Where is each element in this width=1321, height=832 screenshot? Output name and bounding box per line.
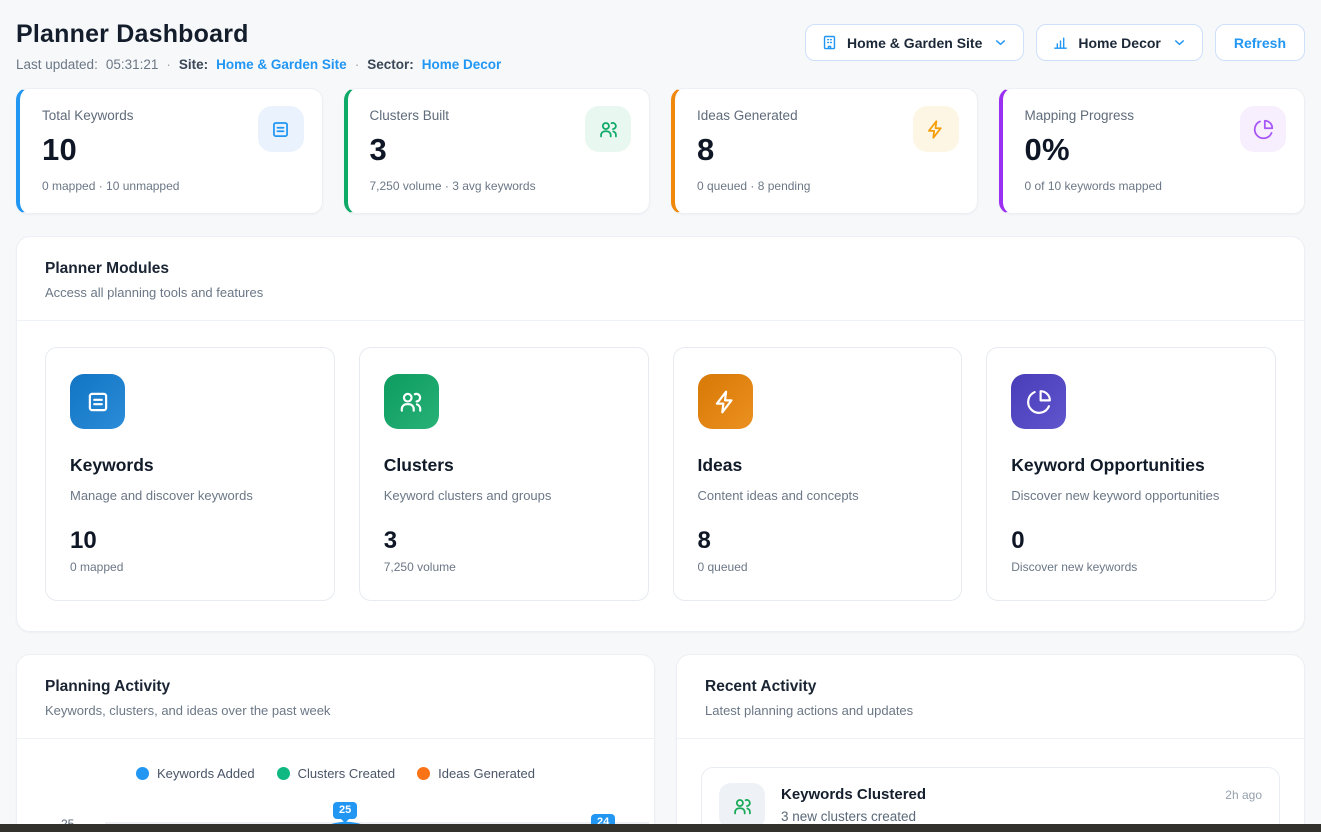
file-text-icon (258, 106, 304, 152)
meta-separator: · (355, 57, 360, 72)
page-title: Planner Dashboard (16, 20, 501, 49)
module-value: 3 (384, 527, 624, 555)
pie-chart-icon (1240, 106, 1286, 152)
refresh-button[interactable]: Refresh (1215, 24, 1305, 61)
activity-item-description: 3 new clusters created (781, 809, 1262, 824)
recent-activity-header: Recent Activity Latest planning actions … (677, 655, 1304, 738)
stats-row: Total Keywords 10 0 mapped · 10 unmapped… (16, 88, 1305, 214)
last-updated-label: Last updated: (16, 57, 98, 72)
taskbar-edge (0, 824, 1321, 832)
users-icon (719, 783, 765, 829)
module-subtext: 7,250 volume (384, 560, 624, 574)
stat-subtext: 7,250 volume · 3 avg keywords (370, 179, 630, 193)
module-title: Clusters (384, 455, 624, 476)
module-description: Discover new keyword opportunities (1011, 488, 1251, 503)
zap-icon (698, 374, 753, 429)
module-card-ideas[interactable]: Ideas Content ideas and concepts 8 0 que… (673, 347, 963, 601)
sector-link[interactable]: Home Decor (422, 57, 502, 72)
legend-item-ideas-generated[interactable]: Ideas Generated (417, 766, 535, 781)
stat-card-total-keywords: Total Keywords 10 0 mapped · 10 unmapped (16, 88, 323, 214)
legend-item-keywords-added[interactable]: Keywords Added (136, 766, 255, 781)
module-subtext: 0 mapped (70, 560, 310, 574)
module-subtext: 0 queued (698, 560, 938, 574)
recent-activity-list: Keywords Clustered 2h ago 3 new clusters… (677, 739, 1304, 832)
legend-dot (417, 767, 430, 780)
legend-label: Ideas Generated (438, 766, 535, 781)
site-label: Site: (179, 57, 208, 72)
header-left: Planner Dashboard Last updated: 05:31:21… (16, 20, 501, 72)
chevron-down-icon (1172, 35, 1187, 50)
legend-item-clusters-created[interactable]: Clusters Created (277, 766, 396, 781)
chevron-down-icon (993, 35, 1008, 50)
zap-icon (913, 106, 959, 152)
file-text-icon (70, 374, 125, 429)
activity-item-keywords-clustered: Keywords Clustered 2h ago 3 new clusters… (701, 767, 1280, 832)
header-meta: Last updated: 05:31:21 · Site: Home & Ga… (16, 57, 501, 72)
refresh-label: Refresh (1234, 35, 1286, 51)
module-value: 0 (1011, 527, 1251, 555)
chart-legend: Keywords Added Clusters Created Ideas Ge… (17, 766, 654, 781)
module-card-clusters[interactable]: Clusters Keyword clusters and groups 3 7… (359, 347, 649, 601)
module-description: Content ideas and concepts (698, 488, 938, 503)
data-label-25: 25 (333, 802, 357, 819)
site-selector-dropdown[interactable]: Home & Garden Site (805, 24, 1024, 61)
modules-grid: Keywords Manage and discover keywords 10… (17, 321, 1304, 631)
planning-activity-card: Planning Activity Keywords, clusters, an… (16, 654, 655, 832)
legend-dot (136, 767, 149, 780)
planning-activity-title: Planning Activity (45, 678, 626, 696)
stat-subtext: 0 of 10 keywords mapped (1025, 179, 1285, 193)
bottom-row: Planning Activity Keywords, clusters, an… (16, 654, 1305, 832)
stat-subtext: 0 mapped · 10 unmapped (42, 179, 302, 193)
last-updated-value: 05:31:21 (106, 57, 159, 72)
users-icon (384, 374, 439, 429)
planner-modules-section: Planner Modules Access all planning tool… (16, 236, 1305, 632)
module-title: Keywords (70, 455, 310, 476)
site-link[interactable]: Home & Garden Site (216, 57, 347, 72)
activity-item-title: Keywords Clustered (781, 786, 926, 803)
module-value: 10 (70, 527, 310, 555)
planning-activity-subtitle: Keywords, clusters, and ideas over the p… (45, 703, 626, 718)
page-header: Planner Dashboard Last updated: 05:31:21… (16, 20, 1305, 72)
stat-card-mapping-progress: Mapping Progress 0% 0 of 10 keywords map… (999, 88, 1306, 214)
module-value: 8 (698, 527, 938, 555)
bar-chart-icon (1052, 34, 1069, 51)
building-icon (821, 34, 838, 51)
legend-label: Clusters Created (298, 766, 396, 781)
module-subtext: Discover new keywords (1011, 560, 1251, 574)
stat-subtext: 0 queued · 8 pending (697, 179, 957, 193)
header-controls: Home & Garden Site Home Decor Refresh (805, 24, 1305, 61)
modules-header: Planner Modules Access all planning tool… (17, 237, 1304, 320)
divider (17, 738, 654, 739)
meta-separator: · (166, 57, 171, 72)
module-title: Ideas (698, 455, 938, 476)
module-card-keyword-opportunities[interactable]: Keyword Opportunities Discover new keywo… (986, 347, 1276, 601)
module-description: Keyword clusters and groups (384, 488, 624, 503)
recent-activity-subtitle: Latest planning actions and updates (705, 703, 1276, 718)
sector-label: Sector: (367, 57, 414, 72)
legend-label: Keywords Added (157, 766, 255, 781)
planner-dashboard-page: Planner Dashboard Last updated: 05:31:21… (0, 0, 1321, 832)
pie-chart-icon (1011, 374, 1066, 429)
activity-item-timestamp: 2h ago (1225, 788, 1262, 802)
sector-selector-dropdown[interactable]: Home Decor (1036, 24, 1202, 61)
recent-activity-title: Recent Activity (705, 678, 1276, 696)
stat-card-ideas-generated: Ideas Generated 8 0 queued · 8 pending (671, 88, 978, 214)
module-card-keywords[interactable]: Keywords Manage and discover keywords 10… (45, 347, 335, 601)
modules-title: Planner Modules (45, 260, 1276, 278)
legend-dot (277, 767, 290, 780)
users-icon (585, 106, 631, 152)
site-selector-value: Home & Garden Site (847, 35, 982, 51)
activity-item-content: Keywords Clustered 2h ago 3 new clusters… (781, 783, 1262, 829)
stat-card-clusters-built: Clusters Built 3 7,250 volume · 3 avg ke… (344, 88, 651, 214)
modules-subtitle: Access all planning tools and features (45, 285, 1276, 300)
sector-selector-value: Home Decor (1078, 35, 1160, 51)
planning-activity-header: Planning Activity Keywords, clusters, an… (17, 655, 654, 738)
module-description: Manage and discover keywords (70, 488, 310, 503)
module-title: Keyword Opportunities (1011, 455, 1251, 476)
recent-activity-card: Recent Activity Latest planning actions … (676, 654, 1305, 832)
